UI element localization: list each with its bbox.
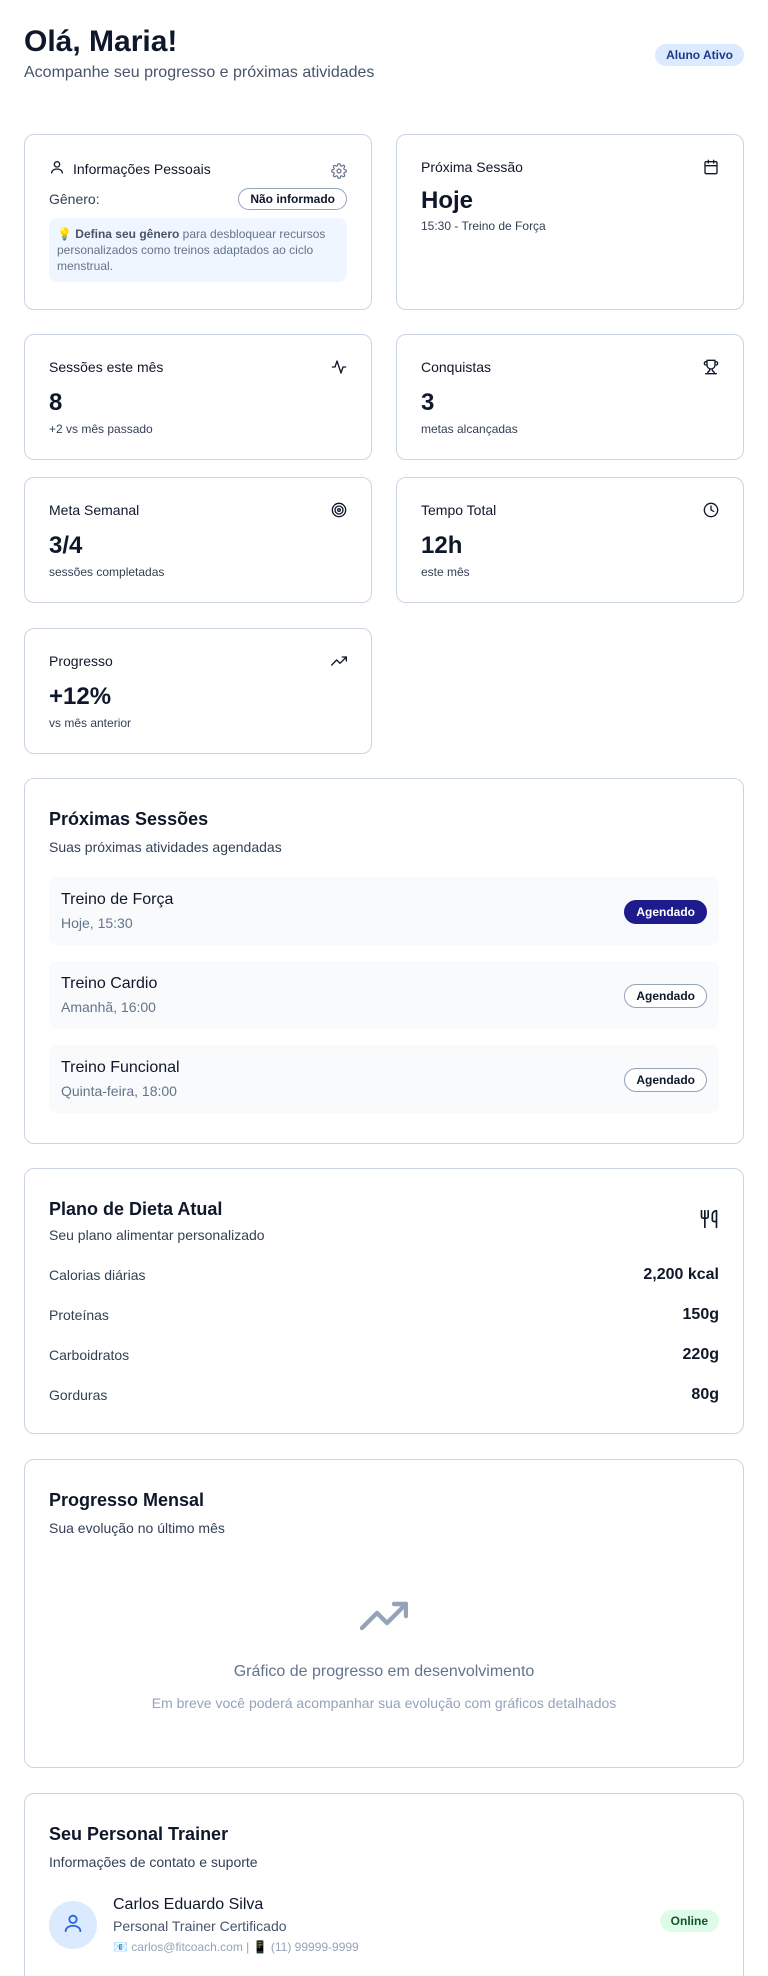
- chart-placeholder: Gráfico de progresso em desenvolvimento …: [49, 1592, 719, 1711]
- next-session-day: Hoje: [421, 187, 474, 214]
- session-item[interactable]: Treino de Força Hoje, 15:30 Agendado: [49, 877, 719, 945]
- activity-icon: [331, 359, 347, 375]
- achievements-title: Conquistas: [421, 359, 492, 375]
- upcoming-sessions-desc: Suas próximas atividades agendadas: [49, 839, 282, 855]
- session-status-badge: Agendado: [624, 984, 707, 1008]
- upcoming-sessions-card: Próximas Sessões Suas próximas atividade…: [24, 778, 744, 1144]
- user-icon: [49, 159, 65, 178]
- sessions-month-sub: +2 vs mês passado: [49, 422, 153, 436]
- session-time: Amanhã, 16:00: [61, 999, 156, 1015]
- next-session-detail: 15:30 - Treino de Força: [421, 219, 546, 233]
- trainer-desc: Informações de contato e suporte: [49, 1854, 258, 1870]
- status-badge: Aluno Ativo: [655, 44, 744, 66]
- target-icon: [331, 502, 347, 518]
- page-subtitle: Acompanhe seu progresso e próximas ativi…: [24, 64, 375, 81]
- trending-up-icon: [331, 653, 347, 669]
- trainer-name: Carlos Eduardo Silva: [113, 1896, 264, 1913]
- chart-placeholder-text: Em breve você poderá acompanhar sua evol…: [151, 1695, 617, 1711]
- session-name: Treino de Força: [61, 891, 174, 908]
- user-icon: [62, 1912, 84, 1939]
- sessions-month-value: 8: [49, 389, 63, 416]
- session-status-badge: Agendado: [624, 1068, 707, 1092]
- online-status-badge: Online: [659, 1910, 719, 1932]
- diet-label: Calorias diárias: [49, 1267, 146, 1283]
- progress-sub: vs mês anterior: [49, 716, 132, 730]
- trending-up-icon: [359, 1601, 409, 1644]
- diet-value: 80g: [691, 1386, 719, 1403]
- total-time-value: 12h: [421, 532, 463, 559]
- diet-value: 2,200 kcal: [643, 1266, 719, 1283]
- diet-value: 150g: [682, 1306, 719, 1323]
- session-time: Quinta-feira, 18:00: [61, 1083, 177, 1099]
- trainer-card: Seu Personal Trainer Informações de cont…: [24, 1793, 744, 1976]
- diet-plan-card: Plano de Dieta Atual Seu plano alimentar…: [24, 1168, 744, 1434]
- dashboard-page: Olá, Maria! Acompanhe seu progresso e pr…: [0, 0, 768, 1976]
- trainer-contact[interactable]: 📧 carlos@fitcoach.com | 📱 (11) 99999-999…: [113, 1940, 359, 1954]
- avatar: [49, 1901, 97, 1949]
- total-time-card: Tempo Total 12h este mês: [396, 477, 744, 603]
- diet-row-protein: Proteínas 150g: [49, 1295, 719, 1335]
- weekly-goal-title: Meta Semanal: [49, 502, 140, 518]
- total-time-title: Tempo Total: [421, 502, 497, 518]
- gender-label: Gênero:: [49, 191, 100, 207]
- trainer-title: Seu Personal Trainer: [49, 1824, 229, 1844]
- diet-label: Proteínas: [49, 1307, 109, 1323]
- weekly-goal-card: Meta Semanal 3/4 sessões completadas: [24, 477, 372, 603]
- progress-title: Progresso: [49, 653, 113, 669]
- chart-placeholder-title: Gráfico de progresso em desenvolvimento: [233, 1663, 535, 1680]
- diet-row-carbs: Carboidratos 220g: [49, 1335, 719, 1375]
- diet-row-fat: Gorduras 80g: [49, 1375, 719, 1415]
- personal-info-card: Informações Pessoais Gênero: Não informa…: [24, 134, 372, 310]
- session-item[interactable]: Treino Funcional Quinta-feira, 18:00 Age…: [49, 1045, 719, 1113]
- diet-row-calories: Calorias diárias 2,200 kcal: [49, 1255, 719, 1295]
- achievements-sub: metas alcançadas: [421, 422, 518, 436]
- total-time-sub: este mês: [421, 565, 470, 579]
- progress-value: +12%: [49, 683, 112, 710]
- upcoming-sessions-title: Próximas Sessões: [49, 809, 209, 829]
- trainer-role: Personal Trainer Certificado: [113, 1918, 287, 1934]
- gender-tip: 💡 Defina seu gênero para desbloquear rec…: [49, 218, 347, 282]
- personal-info-title: Informações Pessoais: [73, 160, 211, 177]
- session-name: Treino Cardio: [61, 975, 158, 992]
- sessions-month-title: Sessões este mês: [49, 359, 164, 375]
- sessions-month-card: Sessões este mês 8 +2 vs mês passado: [24, 334, 372, 460]
- weekly-goal-sub: sessões completadas: [49, 565, 165, 579]
- next-session-title: Próxima Sessão: [421, 159, 523, 175]
- diet-label: Gorduras: [49, 1387, 108, 1403]
- monthly-title: Progresso Mensal: [49, 1490, 205, 1510]
- achievements-value: 3: [421, 389, 435, 416]
- utensils-icon: [699, 1209, 719, 1234]
- diet-label: Carboidratos: [49, 1347, 130, 1363]
- gender-value-badge[interactable]: Não informado: [238, 188, 347, 210]
- page-title: Olá, Maria!: [24, 25, 178, 58]
- diet-value: 220g: [682, 1346, 719, 1363]
- lightbulb-icon: 💡: [57, 227, 72, 241]
- achievements-card: Conquistas 3 metas alcançadas: [396, 334, 744, 460]
- calendar-icon: [703, 159, 719, 175]
- trophy-icon: [703, 359, 719, 375]
- trainer-profile: Carlos Eduardo Silva Personal Trainer Ce…: [49, 1896, 719, 1954]
- tip-bold: Defina seu gênero: [75, 227, 180, 241]
- monthly-desc: Sua evolução no último mês: [49, 1520, 225, 1536]
- diet-title: Plano de Dieta Atual: [49, 1199, 223, 1219]
- session-name: Treino Funcional: [61, 1059, 180, 1076]
- clock-icon: [703, 502, 719, 518]
- gear-icon[interactable]: [331, 163, 347, 179]
- diet-desc: Seu plano alimentar personalizado: [49, 1227, 265, 1243]
- progress-card: Progresso +12% vs mês anterior: [24, 628, 372, 754]
- session-time: Hoje, 15:30: [61, 915, 133, 931]
- session-item[interactable]: Treino Cardio Amanhã, 16:00 Agendado: [49, 961, 719, 1029]
- page-header: Olá, Maria! Acompanhe seu progresso e pr…: [24, 24, 744, 108]
- weekly-goal-value: 3/4: [49, 532, 83, 559]
- monthly-progress-card: Progresso Mensal Sua evolução no último …: [24, 1459, 744, 1768]
- next-session-card[interactable]: Próxima Sessão Hoje 15:30 - Treino de Fo…: [396, 134, 744, 310]
- session-status-badge: Agendado: [624, 900, 707, 924]
